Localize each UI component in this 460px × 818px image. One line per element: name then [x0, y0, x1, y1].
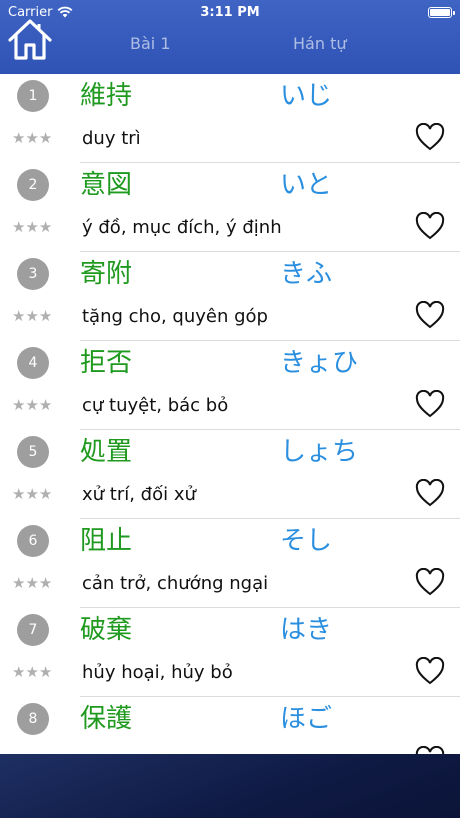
meaning-text: hủy hoại, hủy bỏ [82, 662, 233, 683]
kanji-text: 阻止 [80, 526, 133, 556]
favorite-heart-icon[interactable] [415, 212, 445, 240]
kanji-text: 破棄 [80, 615, 133, 645]
status-bar: Carrier 3:11 PM [0, 3, 460, 23]
item-number-badge: 4 [17, 347, 49, 379]
footer-banner [0, 754, 460, 818]
rating-stars[interactable]: ★★★ [12, 485, 52, 503]
kana-reading: いと [280, 170, 333, 200]
list-item[interactable]: 6 阻止 そし ★★★ cản trở, chướng ngại [0, 519, 460, 608]
kanji-text: 意図 [80, 170, 133, 200]
rating-stars[interactable]: ★★★ [12, 129, 52, 147]
kana-reading: はき [280, 615, 333, 645]
item-number-badge: 8 [17, 703, 49, 735]
kana-reading: そし [280, 526, 333, 556]
favorite-heart-icon[interactable] [415, 568, 445, 596]
item-number-badge: 1 [17, 80, 49, 112]
rating-stars[interactable]: ★★★ [12, 307, 52, 325]
list-item[interactable]: 5 処置 しょち ★★★ xử trí, đối xử [0, 430, 460, 519]
status-time: 3:11 PM [200, 5, 260, 20]
favorite-heart-icon[interactable] [415, 390, 445, 418]
kanji-text: 保護 [80, 704, 133, 734]
kana-reading: しょち [280, 437, 359, 467]
kanji-text: 拒否 [80, 348, 133, 378]
meaning-text: duy trì [82, 128, 141, 149]
list-item[interactable]: 3 寄附 きふ ★★★ tặng cho, quyên góp [0, 252, 460, 341]
meaning-text: tặng cho, quyên góp [82, 306, 268, 327]
favorite-heart-icon[interactable] [415, 123, 445, 151]
meaning-text: cản trở, chướng ngại [82, 573, 269, 594]
tab-kanji[interactable]: Hán tự [293, 34, 346, 53]
rating-stars[interactable]: ★★★ [12, 663, 52, 681]
favorite-heart-icon[interactable] [415, 657, 445, 685]
list-item[interactable]: 2 意図 いと ★★★ ý đồ, mục đích, ý định [0, 163, 460, 252]
tab-lesson[interactable]: Bài 1 [130, 34, 171, 53]
list-item[interactable]: 8 保護 ほご ★★★ [0, 697, 460, 754]
battery-icon [428, 7, 455, 18]
kanji-text: 維持 [80, 81, 133, 111]
rating-stars[interactable]: ★★★ [12, 574, 52, 592]
favorite-heart-icon[interactable] [415, 479, 445, 507]
item-number-badge: 2 [17, 169, 49, 201]
kana-reading: ほご [280, 704, 333, 734]
kana-reading: きょひ [280, 348, 359, 378]
list-item[interactable]: 4 拒否 きょひ ★★★ cự tuyệt, bác bỏ [0, 341, 460, 430]
meaning-text: cự tuyệt, bác bỏ [82, 395, 229, 416]
meaning-text: xử trí, đối xử [82, 484, 196, 505]
item-number-badge: 6 [17, 525, 49, 557]
list-item[interactable]: 1 維持 いじ ★★★ duy trì [0, 74, 460, 163]
list-item[interactable]: 7 破棄 はき ★★★ hủy hoại, hủy bỏ [0, 608, 460, 697]
kana-reading: いじ [280, 81, 333, 111]
meaning-text: ý đồ, mục đích, ý định [82, 217, 282, 238]
home-icon[interactable] [6, 16, 54, 62]
rating-stars[interactable]: ★★★ [12, 396, 52, 414]
nav-header: Carrier 3:11 PM Bài 1 Hán tự [0, 0, 460, 74]
kanji-text: 処置 [80, 437, 133, 467]
kanji-text: 寄附 [80, 259, 133, 289]
rating-stars[interactable]: ★★★ [12, 218, 52, 236]
item-number-badge: 7 [17, 614, 49, 646]
item-number-badge: 3 [17, 258, 49, 290]
favorite-heart-icon[interactable] [415, 746, 445, 754]
vocabulary-list: 1 維持 いじ ★★★ duy trì 2 意図 いと ★★★ ý đồ, mụ… [0, 74, 460, 754]
kana-reading: きふ [280, 259, 333, 289]
favorite-heart-icon[interactable] [415, 301, 445, 329]
item-number-badge: 5 [17, 436, 49, 468]
